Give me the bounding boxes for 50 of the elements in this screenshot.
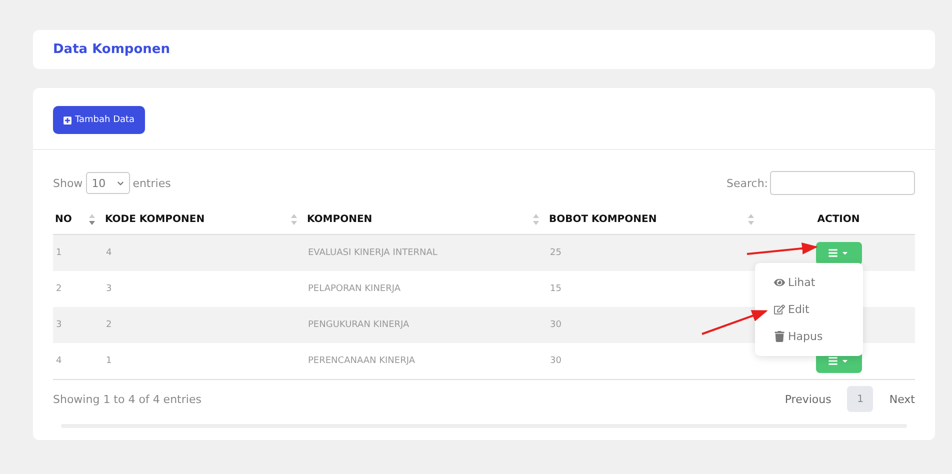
action-menu-button[interactable] [816, 242, 862, 264]
table-cell: PERENCANAAN KINERJA [308, 356, 415, 366]
table-cell: 1 [56, 248, 62, 258]
annotation-arrow [702, 310, 768, 335]
show-label: Show [53, 176, 83, 190]
menu-icon [828, 248, 838, 258]
next-link[interactable]: Next [889, 392, 915, 406]
menu-item[interactable]: Lihat [755, 269, 863, 296]
sort-icon[interactable] [533, 214, 539, 224]
trash-icon [774, 331, 785, 342]
edit-icon [774, 304, 785, 315]
entries-info: Showing 1 to 4 of 4 entries [53, 392, 202, 406]
column-header[interactable]: BOBOT KOMPONEN [549, 214, 657, 224]
page-button[interactable]: 1 [847, 386, 874, 412]
annotation-arrow [746, 242, 818, 255]
table-cell: 25 [550, 248, 562, 258]
page-title: Data Komponen [53, 42, 170, 57]
table-cell: EVALUASI KINERJA INTERNAL [308, 248, 438, 258]
column-header[interactable]: NO [55, 214, 72, 224]
search-label: Search: [726, 176, 768, 190]
sort-icon[interactable] [291, 214, 297, 224]
menu-item[interactable]: Hapus [755, 323, 863, 350]
table-cell: 3 [106, 284, 112, 294]
table-cell: 2 [106, 320, 112, 330]
search-field[interactable] [770, 171, 915, 195]
table-cell: 15 [550, 284, 562, 294]
table-cell: 30 [550, 320, 562, 330]
table-cell: PELAPORAN KINERJA [308, 284, 401, 294]
column-header[interactable]: KOMPONEN [307, 214, 372, 224]
column-header[interactable]: KODE KOMPONEN [105, 214, 205, 224]
table-cell: 1 [106, 356, 112, 366]
previous-link[interactable]: Previous [784, 392, 832, 406]
table-cell: PENGUKURAN KINERJA [308, 320, 410, 330]
table-cell: 4 [56, 356, 62, 366]
chevron-icon [116, 180, 124, 186]
column-header: ACTION [817, 214, 860, 224]
table-cell: 30 [550, 356, 562, 366]
table-cell: 2 [56, 284, 62, 294]
entries-select[interactable]: 10 [86, 172, 130, 194]
sort-icon[interactable] [89, 214, 95, 224]
table-cell: 4 [106, 248, 112, 258]
menu-item[interactable]: Edit [755, 296, 863, 323]
sort-icon[interactable] [748, 214, 754, 224]
eye-icon [774, 277, 785, 288]
table-cell: 3 [56, 320, 62, 330]
caret-icon [841, 249, 849, 257]
entries-label: entries [132, 176, 171, 190]
plus-icon [63, 116, 72, 124]
add-data-button[interactable]: Tambah Data [53, 106, 145, 134]
caret-icon [841, 357, 849, 365]
